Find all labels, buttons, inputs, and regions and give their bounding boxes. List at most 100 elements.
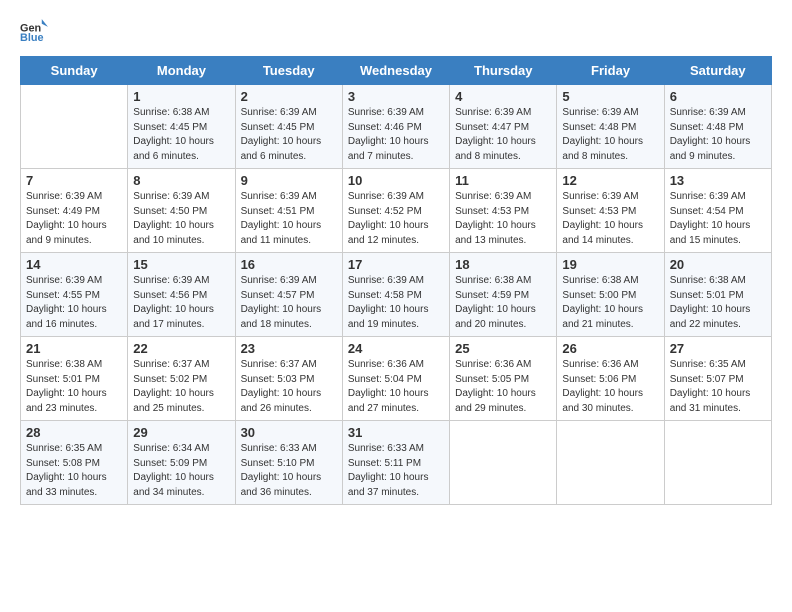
- header-day-friday: Friday: [557, 57, 664, 85]
- calendar-body: 1 Sunrise: 6:38 AMSunset: 4:45 PMDaylight…: [21, 85, 772, 505]
- cell-sun-info: Sunrise: 6:39 AMSunset: 4:58 PMDaylight:…: [348, 274, 444, 332]
- calendar-cell: 30 Sunrise: 6:33 AMSunset: 5:10 PMDayligh…: [235, 421, 342, 505]
- calendar-cell: 1 Sunrise: 6:38 AMSunset: 4:45 PMDaylight…: [128, 85, 235, 169]
- day-number: 29: [133, 425, 229, 440]
- day-number: 5: [562, 89, 658, 104]
- day-number: 20: [670, 257, 766, 272]
- calendar-cell: 19Sunrise: 6:38 AMSunset: 5:00 PMDayligh…: [557, 253, 664, 337]
- calendar-cell: 28 Sunrise: 6:35 AMSunset: 5:08 PMDayligh…: [21, 421, 128, 505]
- day-number: 28: [26, 425, 122, 440]
- calendar-cell: 12 Sunrise: 6:39 AMSunset: 4:53 PMDayligh…: [557, 169, 664, 253]
- day-number: 24: [348, 341, 444, 356]
- week-row-3: 14 Sunrise: 6:39 AMSunset: 4:55 PMDayligh…: [21, 253, 772, 337]
- cell-sun-info: Sunrise: 6:36 AMSunset: 5:04 PMDaylight:…: [348, 358, 444, 416]
- cell-sun-info: Sunrise: 6:39 AMSunset: 4:45 PMDaylight:…: [241, 106, 337, 164]
- day-number: 14: [26, 257, 122, 272]
- header-day-saturday: Saturday: [664, 57, 771, 85]
- day-number: 23: [241, 341, 337, 356]
- cell-sun-info: Sunrise: 6:36 AMSunset: 5:05 PMDaylight:…: [455, 358, 551, 416]
- day-number: 11: [455, 173, 551, 188]
- calendar-header-row: SundayMondayTuesdayWednesdayThursdayFrid…: [21, 57, 772, 85]
- calendar-cell: 29 Sunrise: 6:34 AMSunset: 5:09 PMDayligh…: [128, 421, 235, 505]
- week-row-1: 1 Sunrise: 6:38 AMSunset: 4:45 PMDaylight…: [21, 85, 772, 169]
- cell-sun-info: Sunrise: 6:38 AMSunset: 4:59 PMDaylight:…: [455, 274, 551, 332]
- cell-sun-info: Sunrise: 6:39 AMSunset: 4:48 PMDaylight:…: [562, 106, 658, 164]
- day-number: 22: [133, 341, 229, 356]
- cell-sun-info: Sunrise: 6:39 AMSunset: 4:47 PMDaylight:…: [455, 106, 551, 164]
- day-number: 15: [133, 257, 229, 272]
- calendar-cell: 21Sunrise: 6:38 AMSunset: 5:01 PMDayligh…: [21, 337, 128, 421]
- calendar-cell: [557, 421, 664, 505]
- header-day-tuesday: Tuesday: [235, 57, 342, 85]
- calendar-cell: 13 Sunrise: 6:39 AMSunset: 4:54 PMDayligh…: [664, 169, 771, 253]
- logo: Gen Blue: [20, 16, 52, 44]
- logo-icon: Gen Blue: [20, 16, 48, 44]
- day-number: 25: [455, 341, 551, 356]
- calendar-cell: 16Sunrise: 6:39 AMSunset: 4:57 PMDayligh…: [235, 253, 342, 337]
- calendar-cell: 8 Sunrise: 6:39 AMSunset: 4:50 PMDaylight…: [128, 169, 235, 253]
- cell-sun-info: Sunrise: 6:38 AMSunset: 4:45 PMDaylight:…: [133, 106, 229, 164]
- day-number: 4: [455, 89, 551, 104]
- day-number: 17: [348, 257, 444, 272]
- cell-sun-info: Sunrise: 6:39 AMSunset: 4:46 PMDaylight:…: [348, 106, 444, 164]
- day-number: 8: [133, 173, 229, 188]
- calendar-cell: 3Sunrise: 6:39 AMSunset: 4:46 PMDaylight…: [342, 85, 449, 169]
- cell-sun-info: Sunrise: 6:34 AMSunset: 5:09 PMDaylight:…: [133, 442, 229, 500]
- calendar-table: SundayMondayTuesdayWednesdayThursdayFrid…: [20, 56, 772, 505]
- cell-sun-info: Sunrise: 6:37 AMSunset: 5:03 PMDaylight:…: [241, 358, 337, 416]
- calendar-cell: 15 Sunrise: 6:39 AMSunset: 4:56 PMDayligh…: [128, 253, 235, 337]
- calendar-cell: 27 Sunrise: 6:35 AMSunset: 5:07 PMDayligh…: [664, 337, 771, 421]
- cell-sun-info: Sunrise: 6:39 AMSunset: 4:52 PMDaylight:…: [348, 190, 444, 248]
- day-number: 2: [241, 89, 337, 104]
- calendar-cell: 17 Sunrise: 6:39 AMSunset: 4:58 PMDayligh…: [342, 253, 449, 337]
- cell-sun-info: Sunrise: 6:35 AMSunset: 5:07 PMDaylight:…: [670, 358, 766, 416]
- calendar-cell: 7 Sunrise: 6:39 AMSunset: 4:49 PMDaylight…: [21, 169, 128, 253]
- day-number: 30: [241, 425, 337, 440]
- day-number: 12: [562, 173, 658, 188]
- calendar-cell: [664, 421, 771, 505]
- cell-sun-info: Sunrise: 6:38 AMSunset: 5:01 PMDaylight:…: [670, 274, 766, 332]
- calendar-cell: 10Sunrise: 6:39 AMSunset: 4:52 PMDayligh…: [342, 169, 449, 253]
- header-day-thursday: Thursday: [450, 57, 557, 85]
- cell-sun-info: Sunrise: 6:39 AMSunset: 4:51 PMDaylight:…: [241, 190, 337, 248]
- cell-sun-info: Sunrise: 6:37 AMSunset: 5:02 PMDaylight:…: [133, 358, 229, 416]
- cell-sun-info: Sunrise: 6:39 AMSunset: 4:53 PMDaylight:…: [562, 190, 658, 248]
- calendar-cell: [450, 421, 557, 505]
- day-number: 13: [670, 173, 766, 188]
- calendar-cell: 9Sunrise: 6:39 AMSunset: 4:51 PMDaylight…: [235, 169, 342, 253]
- calendar-cell: 25 Sunrise: 6:36 AMSunset: 5:05 PMDayligh…: [450, 337, 557, 421]
- header-day-monday: Monday: [128, 57, 235, 85]
- day-number: 7: [26, 173, 122, 188]
- calendar-cell: 18 Sunrise: 6:38 AMSunset: 4:59 PMDayligh…: [450, 253, 557, 337]
- calendar-cell: [21, 85, 128, 169]
- week-row-5: 28 Sunrise: 6:35 AMSunset: 5:08 PMDayligh…: [21, 421, 772, 505]
- cell-sun-info: Sunrise: 6:39 AMSunset: 4:55 PMDaylight:…: [26, 274, 122, 332]
- header-day-sunday: Sunday: [21, 57, 128, 85]
- day-number: 1: [133, 89, 229, 104]
- calendar-cell: 2 Sunrise: 6:39 AMSunset: 4:45 PMDaylight…: [235, 85, 342, 169]
- header-day-wednesday: Wednesday: [342, 57, 449, 85]
- calendar-cell: 24 Sunrise: 6:36 AMSunset: 5:04 PMDayligh…: [342, 337, 449, 421]
- calendar-cell: 5 Sunrise: 6:39 AMSunset: 4:48 PMDaylight…: [557, 85, 664, 169]
- cell-sun-info: Sunrise: 6:39 AMSunset: 4:56 PMDaylight:…: [133, 274, 229, 332]
- calendar-cell: 22 Sunrise: 6:37 AMSunset: 5:02 PMDayligh…: [128, 337, 235, 421]
- cell-sun-info: Sunrise: 6:33 AMSunset: 5:10 PMDaylight:…: [241, 442, 337, 500]
- calendar-cell: 26 Sunrise: 6:36 AMSunset: 5:06 PMDayligh…: [557, 337, 664, 421]
- day-number: 18: [455, 257, 551, 272]
- calendar-cell: 23 Sunrise: 6:37 AMSunset: 5:03 PMDayligh…: [235, 337, 342, 421]
- cell-sun-info: Sunrise: 6:35 AMSunset: 5:08 PMDaylight:…: [26, 442, 122, 500]
- cell-sun-info: Sunrise: 6:38 AMSunset: 5:01 PMDaylight:…: [26, 358, 122, 416]
- cell-sun-info: Sunrise: 6:39 AMSunset: 4:53 PMDaylight:…: [455, 190, 551, 248]
- calendar-cell: 31 Sunrise: 6:33 AMSunset: 5:11 PMDayligh…: [342, 421, 449, 505]
- cell-sun-info: Sunrise: 6:39 AMSunset: 4:54 PMDaylight:…: [670, 190, 766, 248]
- cell-sun-info: Sunrise: 6:39 AMSunset: 4:50 PMDaylight:…: [133, 190, 229, 248]
- day-number: 26: [562, 341, 658, 356]
- cell-sun-info: Sunrise: 6:39 AMSunset: 4:49 PMDaylight:…: [26, 190, 122, 248]
- cell-sun-info: Sunrise: 6:33 AMSunset: 5:11 PMDaylight:…: [348, 442, 444, 500]
- calendar-cell: 6Sunrise: 6:39 AMSunset: 4:48 PMDaylight…: [664, 85, 771, 169]
- day-number: 31: [348, 425, 444, 440]
- cell-sun-info: Sunrise: 6:36 AMSunset: 5:06 PMDaylight:…: [562, 358, 658, 416]
- day-number: 27: [670, 341, 766, 356]
- calendar-cell: 11 Sunrise: 6:39 AMSunset: 4:53 PMDayligh…: [450, 169, 557, 253]
- cell-sun-info: Sunrise: 6:39 AMSunset: 4:48 PMDaylight:…: [670, 106, 766, 164]
